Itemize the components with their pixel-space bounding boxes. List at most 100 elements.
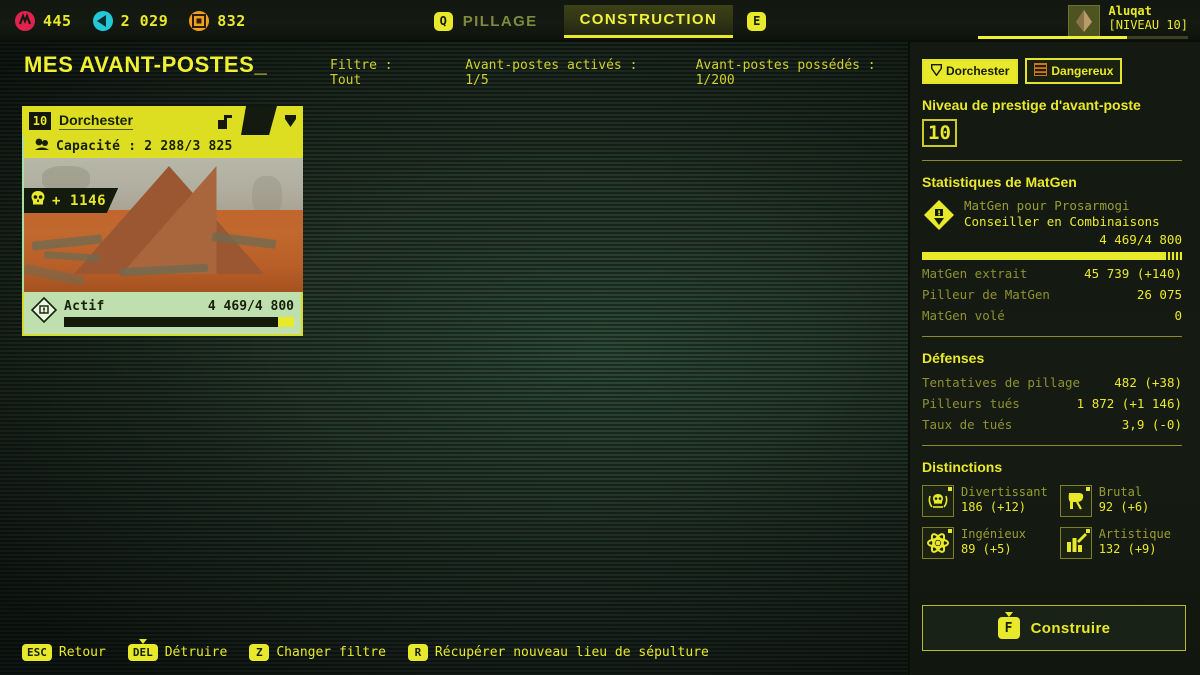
distinction-item[interactable]: Artistique 132 (+9) — [1059, 527, 1182, 559]
header-stats: Filtre : Tout Avant-postes activés : 1/5… — [330, 58, 908, 88]
player-xp-bar — [978, 36, 1188, 39]
distinction-value: 186 (+12) — [961, 500, 1027, 514]
shield-icon — [931, 63, 942, 79]
prestige-label: Niveau de prestige d'avant-poste — [922, 97, 1141, 113]
outpost-kills-badge: + 1146 — [24, 188, 119, 213]
distinction-label: Brutal — [1098, 485, 1143, 499]
outpost-progress-text: 4 469/4 800 — [207, 298, 294, 314]
skull-icon — [30, 190, 46, 211]
outpost-level-badge: 10 — [29, 111, 51, 130]
matgen-progress-bar — [922, 252, 1182, 260]
action-retour-keycap: ESC — [22, 643, 52, 661]
matgen-subtitle: MatGen pour Prosarmogi — [964, 198, 1130, 213]
stat-value: 26 075 — [1136, 287, 1182, 302]
chip-outpost-name-label: Dorchester — [946, 64, 1010, 78]
player-name: Aluqat — [1108, 4, 1152, 18]
tab-construction-keycap: E — [747, 11, 767, 31]
action-retour-label: Retour — [58, 644, 106, 660]
distinction-label: Artistique — [1098, 527, 1171, 541]
page-title: MES AVANT-POSTES_ — [24, 52, 268, 77]
filter-label[interactable]: Filtre : Tout — [330, 58, 425, 88]
outpost-progress-bar — [64, 316, 294, 327]
chip-danger-label: Dangereux — [1051, 64, 1114, 78]
distinction-value: 92 (+6) — [1098, 500, 1150, 514]
stat-value: 482 (+38) — [1114, 375, 1182, 390]
tab-pillage[interactable]: PILLAGE — [453, 13, 552, 30]
section-title-defenses: Défenses — [922, 350, 985, 366]
divider — [922, 336, 1182, 337]
matgen-summary: MatGen pour Prosarmogi Conseiller en Com… — [922, 198, 1182, 247]
action-changer-filtre-label: Changer filtre — [276, 644, 386, 660]
player-xp-fill — [978, 36, 1128, 39]
matgen-progress-hatch — [1163, 252, 1182, 260]
matgen-value: 4 469/4 800 — [1099, 232, 1182, 247]
distinction-item[interactable]: Brutal 92 (+6) — [1059, 485, 1182, 517]
player-text: Aluqat [NIVEAU 10] — [1108, 4, 1188, 33]
outpost-shield-tab[interactable] — [277, 106, 303, 135]
outpost-card[interactable]: 10 Dorchester Capacité : 2 288/3 825 + 1… — [22, 106, 303, 336]
capacity-label: Capacité : 2 288/3 825 — [56, 139, 233, 154]
build-button[interactable]: F Construire — [922, 605, 1186, 651]
action-changer-filtre-keycap: Z — [249, 643, 270, 661]
action-changer-filtre[interactable]: Z Changer filtre — [249, 643, 386, 661]
distinction-text: Divertissant 186 (+12) — [961, 485, 1048, 515]
chip-danger: Dangereux — [1025, 58, 1123, 84]
stat-key: Pilleur de MatGen — [922, 287, 1050, 302]
distinction-value: 132 (+9) — [1098, 542, 1157, 556]
divider — [922, 160, 1182, 161]
outposts-activated: Avant-postes activés : 1/5 — [465, 58, 638, 88]
action-recuperer-label: Récupérer nouveau lieu de sépulture — [434, 644, 709, 660]
outpost-progress-top: Actif 4 469/4 800 — [64, 299, 294, 314]
stat-row: Taux de tués 3,9 (-0) — [922, 417, 1182, 432]
tab-construction[interactable]: CONSTRUCTION — [563, 4, 734, 38]
action-detruire-keycap: DEL — [127, 643, 158, 661]
kills-badge-value: + 1146 — [52, 192, 107, 209]
distinction-item[interactable]: Divertissant 186 (+12) — [922, 485, 1048, 517]
outpost-chips: Dorchester Dangereux — [922, 58, 1182, 84]
distinctions-grid: Divertissant 186 (+12) Brutal 92 (+6) In… — [922, 485, 1182, 559]
outpost-capacity-row: Capacité : 2 288/3 825 — [22, 135, 303, 158]
stat-row: MatGen extrait 45 739 (+140) — [922, 266, 1182, 281]
top-bar: 445 2 029 832 Q PILLAGE CONSTRUCTION E A… — [0, 0, 1200, 42]
stat-row: Tentatives de pillage 482 (+38) — [922, 375, 1182, 390]
action-retour[interactable]: ESC Retour — [22, 643, 106, 661]
capacity-icon — [34, 137, 50, 156]
skull-laurel-icon — [922, 485, 954, 517]
axe-icon — [1059, 485, 1092, 517]
chip-outpost-name: Dorchester — [922, 58, 1019, 84]
outpost-progress-fill — [64, 316, 278, 327]
page-header: MES AVANT-POSTES_ Filtre : Tout Avant-po… — [0, 52, 908, 92]
outpost-thumbnail: + 1146 — [22, 158, 303, 292]
stat-key: Tentatives de pillage — [922, 375, 1081, 390]
action-bar: ESC Retour DEL Détruire Z Changer filtre… — [0, 629, 908, 675]
section-title-matgen: Statistiques de MatGen — [922, 174, 1077, 190]
pyramid-shadow — [121, 166, 217, 274]
distinction-item[interactable]: Ingénieux 89 (+5) — [922, 527, 1048, 559]
outpost-card-header: 10 Dorchester — [22, 106, 303, 135]
distinction-value: 89 (+5) — [961, 542, 1012, 556]
atom-icon — [922, 527, 954, 559]
build-button-label: Construire — [1030, 619, 1111, 637]
outpost-card-footer: Actif 4 469/4 800 — [22, 292, 303, 336]
matgen-title: Conseiller en Combinaisons — [964, 214, 1160, 229]
outpost-status-icon — [30, 296, 58, 328]
danger-icon — [1034, 63, 1048, 79]
stat-key: Pilleurs tués — [922, 396, 1020, 411]
action-detruire-label: Détruire — [164, 644, 228, 660]
stat-row: Pilleur de MatGen 26 075 — [922, 287, 1182, 302]
detail-panel-content: Dorchester Dangereux Niveau de prestige … — [910, 42, 1200, 559]
stat-key: MatGen volé — [922, 308, 1005, 323]
stat-value: 45 739 (+140) — [1084, 266, 1182, 281]
action-recuperer[interactable]: R Récupérer nouveau lieu de sépulture — [407, 643, 709, 661]
detail-panel: Dorchester Dangereux Niveau de prestige … — [908, 42, 1200, 675]
card-notch — [241, 106, 277, 135]
prestige-value: 10 — [922, 119, 957, 147]
matgen-progress-fill — [922, 252, 1164, 260]
distinction-text: Artistique 132 (+9) — [1099, 527, 1171, 557]
stat-key: MatGen extrait — [922, 266, 1028, 281]
stat-key: Taux de tués — [922, 417, 1013, 432]
matgen-text: MatGen pour Prosarmogi Conseiller en Com… — [964, 198, 1182, 247]
distinction-text: Ingénieux 89 (+5) — [961, 527, 1026, 557]
player-info[interactable]: Aluqat [NIVEAU 10] — [1067, 4, 1188, 39]
action-detruire[interactable]: DEL Détruire — [127, 643, 228, 661]
